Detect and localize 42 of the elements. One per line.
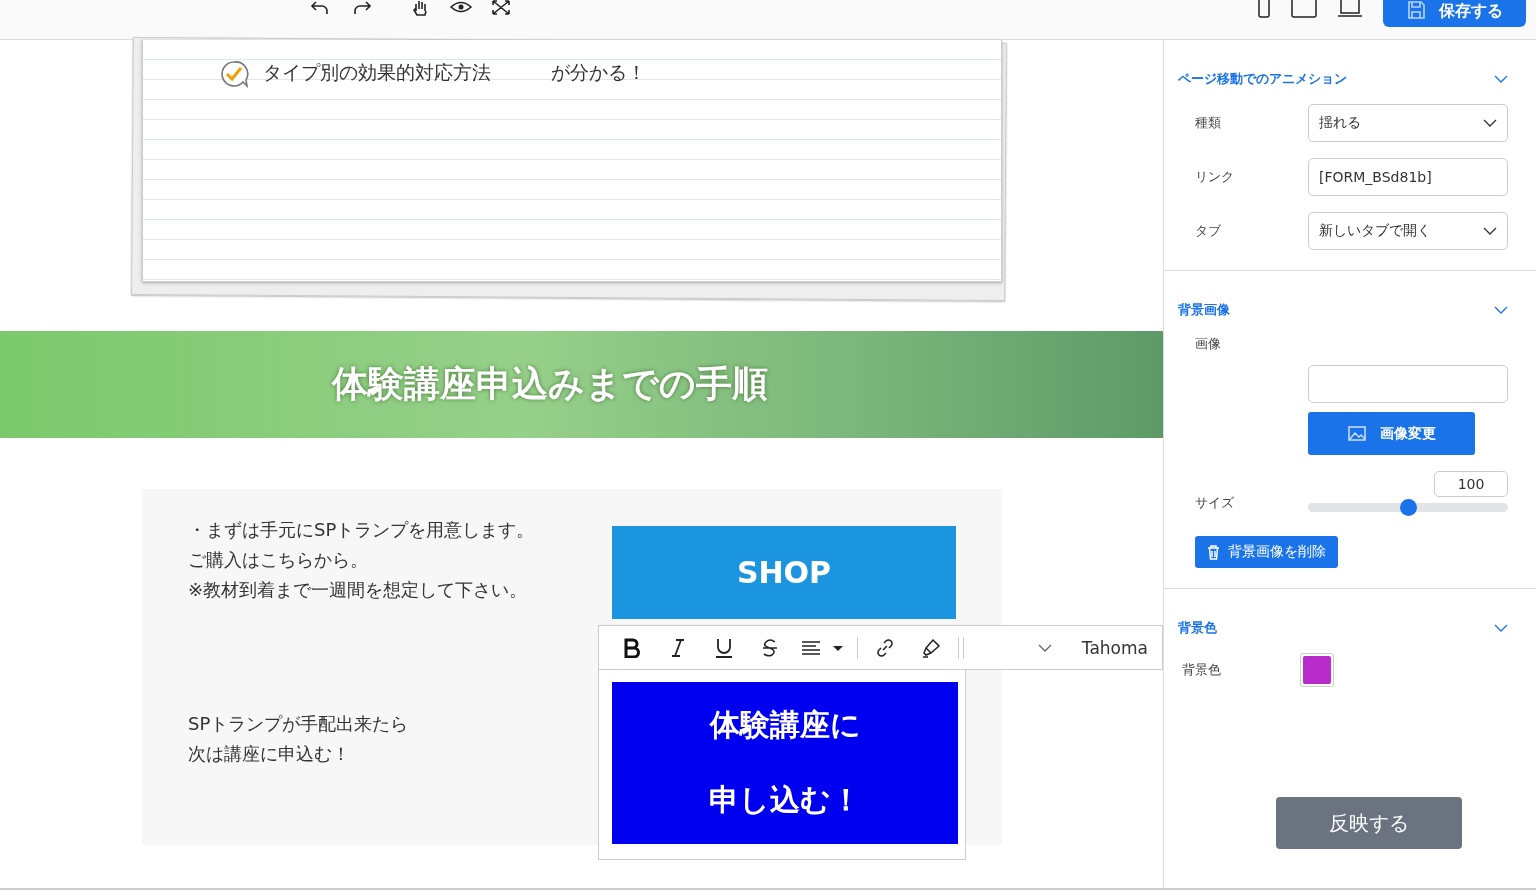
phone-icon[interactable] [1257, 0, 1271, 18]
field-label: サイズ [1194, 494, 1235, 512]
shop-button[interactable]: SHOP [612, 526, 956, 619]
select-field[interactable]: 新しいタブで開く [1308, 212, 1508, 250]
tablet-icon[interactable] [1291, 0, 1317, 18]
field-label: リンク [1194, 168, 1235, 186]
field-label: 画像 [1194, 335, 1222, 353]
number-field[interactable]: 100 [1434, 471, 1508, 497]
banner-title: 体験講座申込みまでの手順 [332, 362, 768, 406]
step-text: SPトランプが手配出来たら [188, 712, 410, 736]
reflect-button[interactable]: 反映する [1276, 797, 1462, 849]
delete-image-button[interactable]: 背景画像を削除 [1195, 536, 1338, 568]
image-icon [1347, 426, 1366, 441]
step-text: ※教材到着まで一週間を想定して下さい。 [188, 578, 529, 602]
chevron-down-icon [1037, 643, 1052, 652]
input-field[interactable]: [FORM_BSd81b] [1308, 158, 1508, 196]
change-image-button[interactable]: 画像変更 [1308, 412, 1475, 455]
trash-icon [1207, 544, 1220, 560]
section-header[interactable]: 背景色 [1178, 619, 1508, 637]
note-text: が分かる！ [551, 60, 646, 85]
field-label: タブ [1194, 222, 1222, 240]
section-header[interactable]: ページ移動でのアニメション [1178, 70, 1508, 88]
chevron-down-icon [1494, 624, 1508, 632]
slider-thumb[interactable] [1400, 499, 1417, 516]
chevron-down-icon [1494, 306, 1508, 314]
note-text: タイプ別の効果的対応方法 [263, 60, 491, 85]
font-dropdown[interactable]: Tahoma [1031, 636, 1162, 659]
chevron-down-icon [1483, 119, 1497, 127]
expand-icon[interactable] [490, 0, 512, 18]
save-button[interactable]: 保存する [1383, 0, 1526, 27]
step-text: 次は講座に申込む！ [188, 742, 351, 766]
select-field[interactable]: 揺れる [1308, 104, 1508, 142]
apply-button[interactable]: 体験講座に 申し込む！ [612, 682, 958, 844]
step-text: ・まずは手元にSPトランプを用意します。ご購入はこちらから。 [188, 518, 536, 572]
chevron-down-icon [1494, 75, 1508, 83]
input-field[interactable] [1308, 365, 1508, 403]
field-label: 種類 [1194, 114, 1222, 132]
section-header[interactable]: 背景画像 [1178, 301, 1508, 319]
field-label: 背景色 [1181, 661, 1222, 679]
check-bubble-icon [219, 60, 249, 90]
laptop-icon[interactable] [1337, 0, 1363, 18]
chevron-down-icon [1483, 227, 1497, 235]
